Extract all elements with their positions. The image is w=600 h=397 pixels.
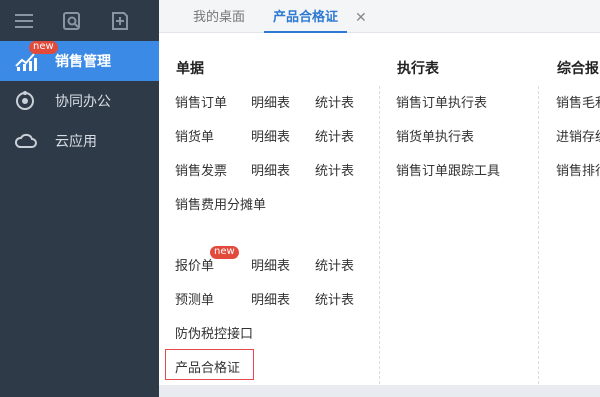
link-sales-ranking[interactable]: 销售排行 — [556, 160, 600, 179]
link-sales-order[interactable]: 销售订单 — [175, 92, 227, 111]
link-sales-invoice[interactable]: 销售发票 — [175, 160, 227, 179]
link-quotation[interactable]: 报价单 — [175, 255, 214, 274]
link-inventory-stats[interactable]: 进销存统 — [556, 126, 600, 145]
tab-product-certificate[interactable]: 产品合格证 — [264, 0, 348, 33]
menu-icon[interactable] — [14, 11, 34, 31]
add-page-icon[interactable] — [110, 11, 130, 31]
cloud-icon — [14, 130, 38, 152]
sidebar: new 销售管理 协同办公 云应用 — [0, 0, 159, 397]
sidebar-item-label: 协同办公 — [55, 94, 111, 110]
link-sales-order-tracking[interactable]: 销售订单跟踪工具 — [396, 160, 500, 179]
new-badge: new — [29, 41, 58, 54]
link-delivery-execution[interactable]: 销货单执行表 — [396, 126, 474, 145]
column-title-execution: 执行表 — [397, 61, 439, 77]
column-title-documents: 单据 — [176, 61, 204, 77]
link-forecast[interactable]: 预测单 — [175, 289, 214, 308]
sidebar-item-collaboration[interactable]: 协同办公 — [0, 81, 159, 121]
link-forecast-stats[interactable]: 统计表 — [315, 289, 354, 308]
link-anti-counterfeit-tax[interactable]: 防伪税控接口 — [175, 323, 253, 342]
link-sales-invoice-stats[interactable]: 统计表 — [315, 160, 354, 179]
column-divider — [538, 86, 539, 384]
column-divider — [379, 86, 380, 384]
search-doc-icon[interactable] — [62, 11, 82, 31]
link-quotation-stats[interactable]: 统计表 — [315, 255, 354, 274]
column-title-summary: 综合报 — [557, 61, 599, 77]
link-sales-invoice-detail[interactable]: 明细表 — [251, 160, 290, 179]
link-quotation-detail[interactable]: 明细表 — [251, 255, 290, 274]
panel-bottom-bar — [159, 385, 600, 397]
sidebar-item-label: 销售管理 — [55, 54, 111, 70]
sidebar-toolbar — [0, 0, 159, 41]
link-delivery-note-stats[interactable]: 统计表 — [315, 126, 354, 145]
link-product-certificate[interactable]: 产品合格证 — [175, 357, 240, 376]
collaboration-icon — [14, 90, 38, 112]
tab-my-desktop[interactable]: 我的桌面 — [193, 0, 245, 33]
link-sales-expense-allocation[interactable]: 销售费用分摊单 — [175, 194, 266, 213]
new-badge: new — [210, 246, 239, 259]
sidebar-item-cloud[interactable]: 云应用 — [0, 121, 159, 161]
tab-label: 产品合格证 — [273, 10, 339, 25]
link-sales-gross-profit[interactable]: 销售毛利 — [556, 92, 600, 111]
link-sales-order-execution[interactable]: 销售订单执行表 — [396, 92, 487, 111]
link-sales-order-stats[interactable]: 统计表 — [315, 92, 354, 111]
link-forecast-detail[interactable]: 明细表 — [251, 289, 290, 308]
sidebar-item-label: 云应用 — [55, 134, 97, 150]
link-delivery-note-detail[interactable]: 明细表 — [251, 126, 290, 145]
tab-bar: 我的桌面 产品合格证 ✕ — [159, 0, 600, 33]
link-sales-order-detail[interactable]: 明细表 — [251, 92, 290, 111]
sidebar-item-sales[interactable]: new 销售管理 — [0, 41, 159, 81]
link-delivery-note[interactable]: 销货单 — [175, 126, 214, 145]
close-icon[interactable]: ✕ — [355, 0, 367, 33]
